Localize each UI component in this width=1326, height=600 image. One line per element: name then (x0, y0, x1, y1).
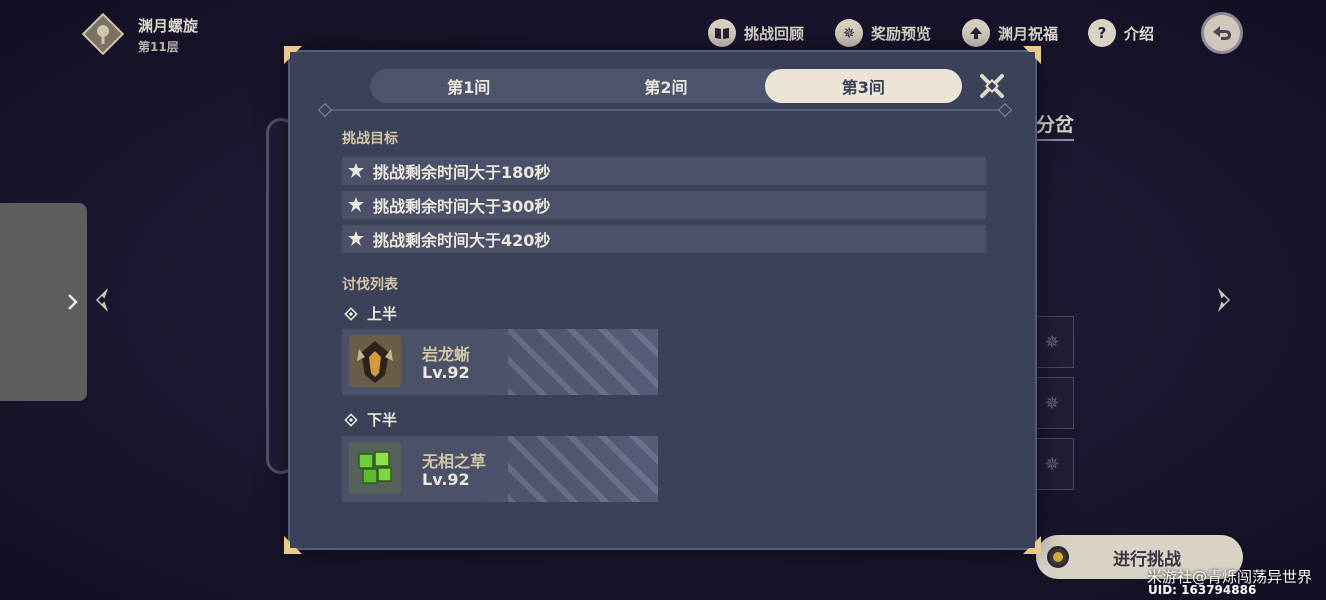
nav-label: 介绍 (1124, 24, 1155, 43)
enemy-level: Lv.92 (422, 470, 470, 489)
nav-label: 奖励预览 (871, 24, 932, 43)
question-icon: ? (1088, 19, 1116, 47)
diamond-icon (344, 306, 358, 321)
chevron-right-icon (68, 294, 78, 310)
second-half-label: 下半 (344, 409, 397, 430)
tab-chamber-2[interactable]: 第2间 (567, 69, 764, 103)
back-arrow-icon (1213, 26, 1231, 40)
objective-row: 挑战剩余时间大于420秒 (342, 225, 986, 253)
nav-label: 渊月祝福 (998, 24, 1059, 43)
corner-ornament-icon (284, 46, 302, 64)
header-divider (320, 109, 1010, 111)
card-pattern (508, 436, 658, 502)
enemy-card[interactable]: 无相之草 Lv.92 (342, 436, 658, 502)
enemy-name: 无相之草 (422, 452, 487, 471)
previous-arrow-icon[interactable] (90, 286, 116, 314)
nav-challenge-review[interactable]: 挑战回顾 (708, 19, 804, 47)
objective-text: 挑战剩余时间大于300秒 (373, 197, 551, 216)
objective-text: 挑战剩余时间大于180秒 (373, 163, 551, 182)
dendro-hypostasis-portrait-icon (349, 442, 401, 494)
objective-text: 挑战剩余时间大于420秒 (373, 231, 551, 250)
floor-emblem-icon (82, 13, 124, 55)
book-icon (708, 19, 736, 47)
back-button[interactable] (1201, 12, 1243, 54)
chamber-tabs: 第1间 第2间 第3间 (370, 69, 962, 103)
objective-row: 挑战剩余时间大于180秒 (342, 157, 986, 185)
nav-abyss-blessing[interactable]: 渊月祝福 (962, 19, 1058, 47)
blessing-up-icon (962, 19, 990, 47)
objective-row: 挑战剩余时间大于300秒 (342, 191, 986, 219)
enemy-list-title: 讨伐列表 (342, 277, 398, 293)
enemy-name: 岩龙蜥 (422, 345, 471, 364)
star-badge-icon: ✵ (835, 19, 863, 47)
enemy-card[interactable]: 岩龙蜥 Lv.92 (342, 329, 658, 395)
nav-reward-preview[interactable]: ✵ 奖励预览 (835, 19, 931, 47)
next-arrow-icon[interactable] (1210, 286, 1236, 314)
uid-text: UID: 163794886 (1148, 583, 1257, 597)
half-label-text: 下半 (367, 411, 398, 429)
geovishap-portrait-icon (349, 335, 401, 387)
nav-introduction[interactable]: ? 介绍 (1088, 19, 1154, 47)
enemy-level: Lv.92 (422, 363, 470, 382)
close-icon[interactable] (978, 72, 1006, 100)
corner-ornament-icon (1023, 536, 1041, 554)
card-pattern (508, 329, 658, 395)
background-branch-label: 分岔 (1036, 110, 1075, 141)
chamber-info-modal: 第1间 第2间 第3间 挑战目标 挑战剩余时间大于180秒 挑战剩余时间大于30… (284, 46, 1041, 554)
left-drawer-toggle[interactable] (0, 203, 87, 401)
floor-title: 渊月螺旋 (138, 17, 199, 35)
floor-level: 第11层 (138, 40, 179, 54)
first-half-label: 上半 (344, 303, 397, 324)
diamond-icon (344, 412, 358, 427)
tab-chamber-1[interactable]: 第1间 (370, 69, 567, 103)
tab-chamber-3[interactable]: 第3间 (764, 69, 962, 103)
objectives-title: 挑战目标 (342, 131, 398, 147)
star-icon (348, 197, 364, 212)
corner-ornament-icon (284, 536, 302, 554)
star-icon (348, 163, 364, 178)
challenge-ring-icon (1047, 546, 1069, 568)
half-label-text: 上半 (367, 305, 398, 323)
corner-ornament-icon (1023, 46, 1041, 64)
star-icon (348, 231, 364, 246)
nav-label: 挑战回顾 (744, 24, 805, 43)
